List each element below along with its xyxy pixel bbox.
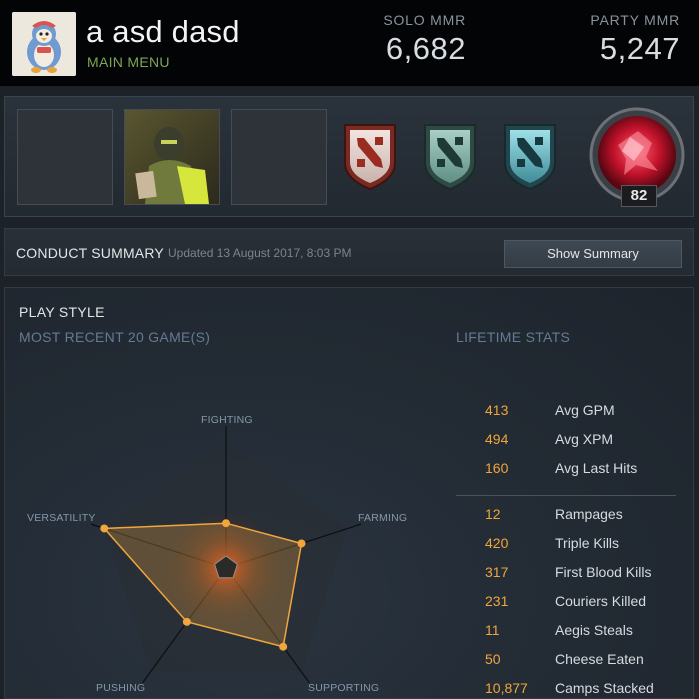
player-name: a asd dasd	[86, 14, 240, 49]
play-style-title: PLAY STYLE	[19, 304, 105, 320]
stat-label: Cheese Eaten	[555, 651, 644, 667]
stat-value: 160	[485, 460, 509, 476]
stat-label: Avg GPM	[555, 402, 615, 418]
hero-slot-empty[interactable]	[231, 109, 327, 205]
stat-value: 231	[485, 593, 509, 609]
stat-value: 420	[485, 535, 509, 551]
stat-label: Avg XPM	[555, 431, 614, 447]
stat-label: Rampages	[555, 506, 623, 522]
stat-row: 317 First Blood Kills	[485, 564, 685, 586]
stat-value: 10,877	[485, 680, 528, 696]
axis-label-pushing: PUSHING	[96, 682, 146, 694]
stat-label: Avg Last Hits	[555, 460, 638, 476]
party-mmr-value: 5,247	[599, 31, 680, 66]
stat-label: Aegis Steals	[555, 622, 633, 638]
stat-row: 494 Avg XPM	[485, 431, 685, 453]
party-mmr: PARTY MMR 5,247	[560, 12, 680, 67]
hero-portrait-icon	[125, 110, 219, 204]
stat-row: 231 Couriers Killed	[485, 593, 685, 615]
conduct-updated-time: Updated 13 August 2017, 8:03 PM	[168, 246, 352, 260]
radar-data-point	[182, 617, 191, 626]
show-summary-button[interactable]: Show Summary	[504, 240, 682, 268]
radar-data-point	[279, 642, 288, 651]
stat-value: 12	[485, 506, 501, 522]
stat-value: 11	[485, 622, 500, 638]
stat-row: 50 Cheese Eaten	[485, 651, 685, 673]
play-style-radar	[90, 426, 362, 684]
lifetime-stats-label: LIFETIME STATS	[456, 329, 571, 345]
stat-row: 160 Avg Last Hits	[485, 460, 685, 482]
radar-data-point	[100, 524, 109, 533]
penguin-avatar-icon	[12, 12, 76, 76]
dota-badge-red-icon[interactable]	[339, 119, 401, 191]
stat-row: 12 Rampages	[485, 506, 685, 528]
dota-badge-cyan-icon[interactable]	[499, 119, 561, 191]
showcase-bar: 82	[4, 96, 694, 217]
axis-label-versatility: VERSATILITY	[27, 512, 96, 524]
stat-value: 50	[485, 651, 501, 667]
stats-divider	[456, 495, 676, 496]
hero-slot-empty[interactable]	[17, 109, 113, 205]
party-mmr-label: PARTY MMR	[590, 12, 680, 28]
stat-label: Camps Stacked	[555, 680, 654, 696]
axis-label-fighting: FIGHTING	[201, 414, 253, 426]
avatar[interactable]	[12, 12, 76, 76]
solo-mmr-label: SOLO MMR	[383, 12, 466, 28]
level-number: 82	[621, 185, 657, 207]
profile-header: a asd dasd MAIN MENU SOLO MMR 6,682 PART…	[0, 0, 699, 86]
radar-data-point	[297, 539, 306, 548]
conduct-summary-bar: CONDUCT SUMMARY Updated 13 August 2017, …	[4, 228, 694, 276]
stat-row: 413 Avg GPM	[485, 402, 685, 424]
stat-row: 11 Aegis Steals	[485, 622, 685, 644]
stat-label: Triple Kills	[555, 535, 620, 551]
play-style-panel: PLAY STYLE MOST RECENT 20 GAME(S) LIFETI…	[4, 287, 694, 699]
hero-slot-portrait[interactable]	[124, 109, 220, 205]
stat-value: 413	[485, 402, 509, 418]
conduct-title: CONDUCT SUMMARY	[16, 245, 164, 261]
stat-value: 494	[485, 431, 509, 447]
main-menu-link[interactable]: MAIN MENU	[87, 54, 170, 70]
stat-row: 10,877 Camps Stacked	[485, 680, 685, 699]
dota-badge-teal-icon[interactable]	[419, 119, 481, 191]
radar-data-point	[222, 519, 230, 528]
solo-mmr: SOLO MMR 6,682	[360, 12, 466, 67]
solo-mmr-value: 6,682	[385, 31, 466, 66]
stat-label: First Blood Kills	[555, 564, 652, 580]
recent-games-label: MOST RECENT 20 GAME(S)	[19, 329, 211, 345]
stat-label: Couriers Killed	[555, 593, 647, 609]
axis-label-farming: FARMING	[358, 512, 408, 524]
stat-row: 420 Triple Kills	[485, 535, 685, 557]
stat-value: 317	[485, 564, 509, 580]
axis-label-supporting: SUPPORTING	[308, 682, 380, 694]
